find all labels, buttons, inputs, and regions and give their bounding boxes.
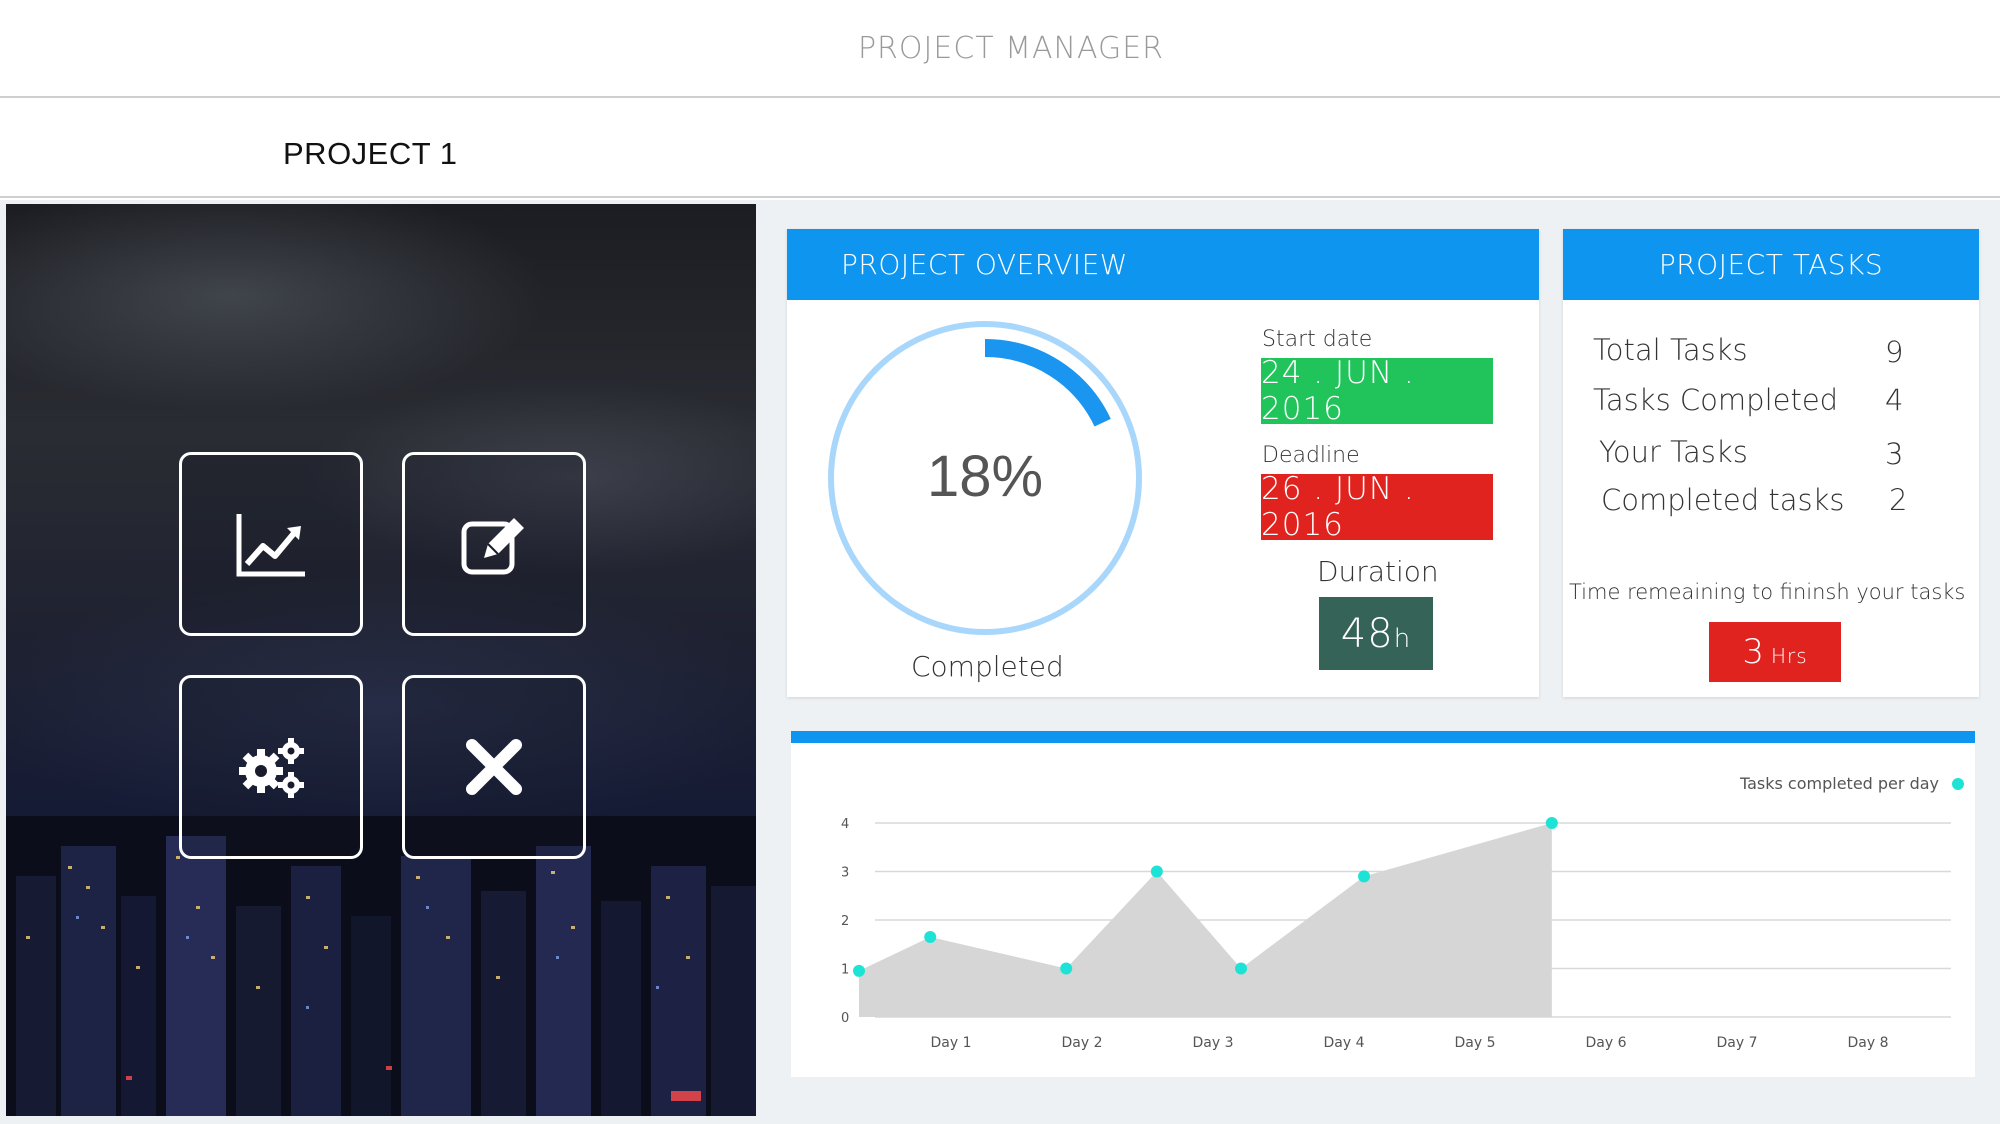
project-tasks-title: PROJECT TASKS [1658, 248, 1884, 281]
total-tasks-label: Total Tasks [1593, 333, 1748, 367]
settings-tile[interactable] [179, 675, 363, 859]
city-skyline [6, 816, 756, 1116]
your-tasks-label: Your Tasks [1599, 435, 1748, 469]
tasks-completed-label: Tasks Completed [1593, 383, 1839, 417]
x-tick-label: Day 8 [1847, 1035, 1888, 1051]
delete-tile[interactable] [402, 675, 586, 859]
total-tasks-value: 9 [1885, 335, 1904, 369]
tasks-chart-card: 0 1 2 3 4 Day 1 Day 2 Day 3 Day 4 Day 5 Day 6 Day 7… [791, 731, 1975, 1077]
time-remaining-number: 3 [1742, 632, 1765, 672]
y-tick-label: 3 [841, 866, 849, 881]
project-bar: PROJECT 1 [0, 98, 2000, 198]
start-date-value: 24 . JUN . 2016 [1261, 355, 1493, 427]
x-tick-label: Day 6 [1585, 1035, 1626, 1051]
x-tick-label: Day 7 [1716, 1035, 1757, 1051]
data-point [853, 964, 865, 977]
tasks-area-chart: 0 1 2 3 4 Day 1 Day 2 Day 3 Day 4 Day 5 Day 6 Day 7… [841, 774, 1964, 1051]
x-tick-label: Day 3 [1192, 1035, 1233, 1051]
city-background-image [6, 204, 756, 1116]
deadline-label: Deadline [1262, 443, 1360, 468]
analytics-tile[interactable] [179, 452, 363, 636]
project-overview-header: PROJECT OVERVIEW [787, 229, 1539, 300]
close-icon [466, 739, 522, 795]
completed-label: Completed [911, 650, 1064, 683]
legend-label: Tasks completed per day [1739, 774, 1939, 793]
x-tick-label: Day 5 [1454, 1035, 1495, 1051]
x-tick-label: Day 4 [1323, 1035, 1364, 1051]
data-point [1150, 865, 1163, 878]
project-overview-card: PROJECT OVERVIEW 18% Completed Start dat… [787, 229, 1539, 697]
x-tick-label: Day 1 [930, 1035, 971, 1051]
duration-number: 48 [1340, 610, 1394, 657]
your-tasks-value: 3 [1885, 437, 1904, 471]
y-tick-label: 0 [841, 1011, 849, 1026]
gears-icon [239, 738, 304, 798]
completed-tasks-label: Completed tasks [1601, 483, 1845, 517]
project-overview-title: PROJECT OVERVIEW [841, 248, 1128, 281]
edit-icon [461, 518, 524, 575]
data-point [1545, 817, 1558, 829]
time-remaining-value: 3 Hrs [1709, 622, 1841, 682]
duration-unit: h [1393, 623, 1412, 654]
legend-marker [1952, 778, 1964, 790]
y-tick-label: 1 [841, 963, 849, 978]
app-title: PROJECT MANAGER [857, 30, 1165, 66]
start-date-label: Start date [1262, 327, 1373, 352]
time-remaining-unit: Hrs [1770, 644, 1808, 668]
deadline-value: 26 . JUN . 2016 [1261, 471, 1493, 543]
data-point [1235, 962, 1248, 975]
data-point [1060, 962, 1073, 975]
edit-tile[interactable] [402, 452, 586, 636]
progress-ring: 18% [828, 321, 1142, 635]
line-chart-icon [236, 514, 305, 577]
progress-percent: 18% [927, 444, 1043, 509]
x-tick-label: Day 2 [1061, 1035, 1102, 1051]
project-tasks-card: PROJECT TASKS Total Tasks 9 Tasks Comple… [1563, 229, 1979, 697]
app-header: PROJECT MANAGER [0, 0, 2000, 98]
tasks-completed-value: 4 [1885, 383, 1904, 417]
project-name: PROJECT 1 [283, 136, 458, 171]
data-point [924, 930, 937, 943]
y-tick-label: 2 [841, 914, 849, 929]
project-tasks-header: PROJECT TASKS [1563, 229, 1979, 300]
completed-tasks-value: 2 [1889, 483, 1908, 517]
y-tick-label: 4 [841, 817, 849, 832]
data-point [1358, 870, 1371, 883]
duration-label: Duration [1317, 555, 1439, 588]
time-remaining-label: Time remeaining to fininsh your tasks [1569, 580, 1966, 604]
duration-value: 48 h [1319, 597, 1433, 670]
